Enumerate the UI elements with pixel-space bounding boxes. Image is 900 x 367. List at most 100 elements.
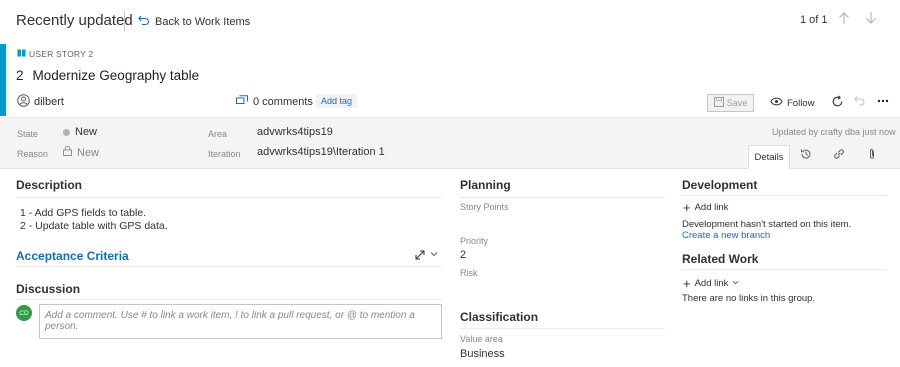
link-icon bbox=[833, 149, 845, 163]
description-line: 2 - Update table with GPS data. bbox=[20, 220, 168, 232]
previous-item-button[interactable] bbox=[836, 11, 852, 29]
follow-label: Follow bbox=[787, 97, 815, 109]
risk-label: Risk bbox=[460, 268, 478, 278]
eye-icon bbox=[770, 97, 783, 109]
area-value: advwrks4tips19 bbox=[257, 126, 333, 138]
create-branch-link[interactable]: Create a new branch bbox=[682, 230, 770, 241]
header-divider bbox=[124, 11, 125, 31]
priority-label: Priority bbox=[460, 236, 489, 246]
comments-link[interactable]: 0 comments bbox=[236, 95, 313, 109]
collapse-button[interactable] bbox=[430, 249, 438, 261]
development-divider bbox=[682, 195, 887, 196]
refresh-icon bbox=[831, 95, 844, 111]
reason-value: New bbox=[77, 146, 100, 159]
state-dot-icon bbox=[63, 128, 70, 136]
comment-input[interactable]: Add a comment. Use # to link a work item… bbox=[39, 304, 442, 339]
iteration-value: advwrks4tips19\Iteration 1 bbox=[257, 146, 385, 158]
add-tag-button[interactable]: Add tag bbox=[316, 94, 358, 108]
reason-field[interactable]: New bbox=[63, 145, 100, 159]
work-item-type-label: USER STORY 2 bbox=[29, 49, 94, 59]
pager-count: 1 of 1 bbox=[800, 14, 828, 26]
page-title: Recently updated bbox=[16, 12, 133, 29]
work-item-title-text: Modernize Geography table bbox=[32, 68, 200, 83]
book-icon bbox=[17, 49, 26, 59]
back-to-work-items-link[interactable]: Back to Work Items bbox=[138, 14, 250, 29]
paperclip-icon bbox=[867, 149, 877, 163]
description-body[interactable]: 1 - Add GPS fields to table. 2 - Update … bbox=[20, 207, 168, 233]
undo-arrow-icon bbox=[138, 14, 150, 29]
tab-details[interactable]: Details bbox=[748, 145, 790, 169]
area-label: Area bbox=[208, 129, 228, 139]
arrow-up-icon bbox=[838, 12, 850, 28]
ellipsis-icon bbox=[877, 96, 889, 110]
iteration-field[interactable]: advwrks4tips19\Iteration 1 bbox=[257, 146, 385, 158]
chevron-down-icon bbox=[732, 278, 739, 289]
back-link-label: Back to Work Items bbox=[155, 15, 251, 28]
lock-icon bbox=[63, 145, 72, 159]
tab-history[interactable] bbox=[796, 148, 816, 163]
comments-count: 0 comments bbox=[253, 96, 313, 108]
tab-attachments[interactable] bbox=[862, 148, 882, 163]
iteration-label: Iteration bbox=[208, 149, 241, 159]
value-area-field[interactable]: Business bbox=[460, 348, 505, 360]
description-line: 1 - Add GPS fields to table. bbox=[20, 207, 147, 219]
plus-icon: + bbox=[683, 275, 691, 291]
last-updated-text: Updated by crafty dba just now bbox=[772, 127, 896, 137]
development-add-link-button[interactable]: + Add link bbox=[683, 199, 729, 215]
arrow-down-icon bbox=[865, 12, 877, 28]
classification-header: Classification bbox=[460, 310, 539, 324]
tab-links[interactable] bbox=[829, 148, 849, 163]
state-label: State bbox=[17, 129, 39, 139]
add-link-label: Add link bbox=[694, 278, 729, 289]
work-item-title[interactable]: 2 Modernize Geography table bbox=[16, 68, 199, 83]
save-button-label: Save bbox=[726, 98, 748, 108]
state-value: New bbox=[75, 126, 98, 138]
work-item-id: 2 bbox=[16, 68, 24, 83]
related-add-link-button[interactable]: + Add link bbox=[683, 275, 739, 291]
planning-header: Planning bbox=[460, 178, 511, 192]
acceptance-criteria-header[interactable]: Acceptance Criteria bbox=[16, 249, 129, 263]
acceptance-divider bbox=[16, 266, 442, 267]
add-link-label: Add link bbox=[694, 202, 729, 213]
discussion-divider bbox=[16, 299, 442, 300]
undo-icon bbox=[854, 96, 866, 110]
description-divider bbox=[16, 197, 442, 198]
planning-divider bbox=[460, 197, 665, 198]
priority-field[interactable]: 2 bbox=[460, 249, 466, 261]
description-header: Description bbox=[16, 178, 83, 192]
expand-button[interactable] bbox=[414, 249, 426, 264]
expand-icon bbox=[414, 250, 426, 264]
work-item-type: USER STORY 2 bbox=[17, 49, 93, 59]
related-work-header: Related Work bbox=[682, 252, 759, 266]
user-avatar-icon bbox=[17, 94, 30, 110]
classification-divider bbox=[460, 328, 665, 329]
comment-icon bbox=[236, 95, 248, 109]
work-item-type-color-bar bbox=[0, 44, 6, 116]
save-icon bbox=[713, 97, 724, 109]
discussion-header: Discussion bbox=[16, 282, 81, 296]
save-button[interactable]: Save bbox=[707, 94, 754, 112]
tab-details-label: Details bbox=[754, 152, 784, 163]
current-user-avatar: CD bbox=[16, 305, 32, 321]
development-status: Development hasn't started on this item. bbox=[682, 219, 852, 230]
chevron-down-icon bbox=[430, 249, 438, 261]
value-area-label: Value area bbox=[460, 334, 503, 344]
more-actions-button[interactable] bbox=[875, 95, 891, 111]
related-work-status: There are no links in this group. bbox=[682, 293, 816, 304]
plus-icon: + bbox=[683, 199, 691, 215]
refresh-button[interactable] bbox=[829, 95, 845, 111]
state-field[interactable]: New bbox=[63, 126, 97, 138]
risk-field[interactable] bbox=[460, 280, 665, 296]
area-field[interactable]: advwrks4tips19 bbox=[257, 126, 333, 138]
assignee-name: dilbert bbox=[34, 96, 64, 108]
development-header: Development bbox=[682, 178, 758, 192]
history-icon bbox=[800, 149, 812, 163]
next-item-button[interactable] bbox=[863, 11, 879, 29]
follow-button[interactable]: Follow bbox=[770, 97, 814, 109]
story-points-field[interactable] bbox=[460, 214, 665, 230]
undo-button[interactable] bbox=[852, 95, 868, 111]
related-work-divider bbox=[682, 269, 887, 270]
story-points-label: Story Points bbox=[460, 202, 509, 212]
assigned-to-field[interactable]: dilbert bbox=[17, 94, 64, 110]
reason-label: Reason bbox=[17, 149, 49, 159]
